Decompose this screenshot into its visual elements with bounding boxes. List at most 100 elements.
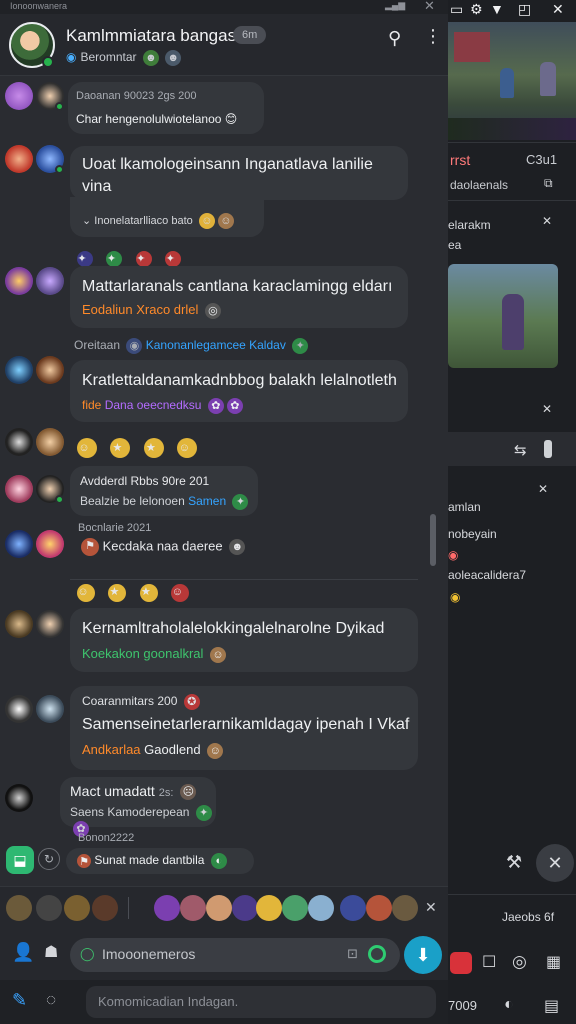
sticker-item[interactable] [282,895,308,921]
chat-subtitle: ◉ Beromntar ☻ ☻ [66,50,182,66]
sticker-item[interactable] [6,895,32,921]
game-preview[interactable] [448,22,576,140]
close-fab[interactable]: ✕ [536,844,574,882]
avatar[interactable] [5,267,33,295]
reaction-icon[interactable]: ✦ [135,250,152,267]
avatar[interactable] [36,530,64,558]
close-icon[interactable]: ✕ [552,1,564,18]
emoji-picker-icon[interactable]: ⊡ [347,946,358,962]
scroll-handle[interactable] [544,440,552,458]
online-indicator [55,495,64,504]
sticker-item[interactable] [340,895,366,921]
close-icon[interactable]: ✕ [542,402,552,416]
record-icon[interactable]: ◎ [512,952,527,972]
reaction-icon[interactable]: ✦ [165,250,182,267]
chat-icon[interactable]: ◌ [46,990,56,1010]
wifi-icon: ▼ [490,1,504,17]
sticker-item[interactable] [154,895,180,921]
settings-icon[interactable]: ⚙ [470,1,483,18]
avatar[interactable] [36,267,64,295]
avatar[interactable] [36,428,64,456]
sticker-item[interactable] [232,895,258,921]
avatar[interactable] [5,82,33,110]
side-text: ea [448,238,462,252]
message-reply[interactable]: ⌄ Inonelatarlliaco bato ☺ ☺ [70,197,264,237]
avatar[interactable] [5,428,33,456]
history-icon[interactable]: ↻ [38,848,60,870]
window-icon[interactable]: ◰ [518,1,531,18]
message-bubble[interactable]: Daoanan 90023 2gs 200 Char hengenolulwio… [68,82,264,134]
reaction-icon[interactable]: ✦ [106,250,123,267]
scrollbar-thumb[interactable] [430,514,436,566]
side-link[interactable]: elarakm [448,218,491,232]
footer-input[interactable]: Komomicadian Indagan. [86,986,436,1018]
avatar[interactable] [5,610,33,638]
avatar[interactable] [36,695,64,723]
message-bubble[interactable]: ⚑ Sunat made dantbila ◐ [66,848,254,874]
time-badge: 6m [233,26,267,44]
side-link[interactable]: nobeyain [448,527,497,541]
share-icon[interactable]: ⇆ [514,441,527,459]
gallery-icon[interactable]: ▦ [546,952,561,972]
kebab-menu-icon[interactable]: ⋮ [424,26,442,47]
attachment-icon[interactable]: ⬓ [6,846,34,874]
message-bubble[interactable]: Avdderdl Rbbs 90re 201 Bealzie be lelono… [70,466,258,516]
status-ring-icon[interactable] [368,945,386,963]
avatar[interactable] [36,356,64,384]
bot-icon[interactable]: ☗ [44,942,58,962]
avatar[interactable] [5,475,33,503]
emoji-icon: ☻ [165,50,182,66]
chat-title[interactable]: Kamlmmiatara bangasai [66,26,249,46]
message-subtext: Koekakon goonalkral ☺ [82,646,227,663]
side-text: aoleacalidera7 [448,568,527,582]
avatar[interactable] [36,610,64,638]
grid-icon[interactable]: ▤ [544,996,559,1016]
close-icon[interactable]: ✕ [424,0,435,14]
notice-link[interactable]: Kanonanlegamcee Kaldav [146,338,286,352]
sticker-item[interactable] [180,895,206,921]
message-bubble[interactable]: Mattarlaranals cantlana karaclamingg eld… [70,266,408,328]
avatar[interactable] [5,530,33,558]
person-icon[interactable]: 👤 [12,942,34,963]
app-icon[interactable] [450,952,472,974]
close-icon[interactable]: ✕ [542,214,552,228]
avatar[interactable] [5,145,33,173]
sticker-item[interactable] [308,895,334,921]
avatar[interactable] [5,695,33,723]
open-external-icon[interactable]: ⧉ [544,176,553,191]
microphone-icon[interactable]: ⬇ [404,936,442,974]
message-input[interactable]: ◯ Imooonemeros ⊡ [70,938,400,972]
emoji-message[interactable]: ☺ ★ ★ ☺ [74,438,198,458]
message-bubble[interactable]: Mact umadatt 2s: ☹ Saens Kamoderepean ✦✿ [60,777,216,837]
sticker-item[interactable] [392,895,418,921]
composer: 👤 ☗ ◯ Imooonemeros ⊡ ⬇ [0,930,448,980]
search-icon[interactable]: ⚲ [388,28,401,49]
message-subtext: ⌄ Inonelatarlliaco bato ☺ ☺ [82,213,234,229]
sticker-item[interactable] [36,895,62,921]
game-thumbnail[interactable] [448,264,558,368]
message-text: Samenseinetarlerarnikamldagay ipenah I V… [82,716,410,733]
sticker-item[interactable] [64,895,90,921]
message-bubble[interactable]: Coaranmitars 200 ✪ Samenseinetarlerarnik… [70,686,418,770]
tool-icon[interactable]: ⚒ [506,852,522,873]
side-panel: ▭ ⚙ ▼ ◰ ✕ rrst C3u1 daolaenals ⧉ elarakm… [448,0,576,1024]
pen-icon[interactable]: ✎ [12,990,27,1011]
message-bubble[interactable]: Uoat lkamologeinsann Inganatlava lanilie… [70,146,408,200]
status-text: Ionoonwanera [10,1,68,11]
close-icon[interactable]: ✕ [538,482,548,496]
sticker-item[interactable] [206,895,232,921]
sticker-item[interactable] [92,895,118,921]
message-bubble[interactable]: Kratlettaldanamkadnbbog balakh lelalnotl… [70,360,408,422]
message-icon[interactable]: ◐ [504,996,514,1014]
notification-icon[interactable]: ☐ [482,952,496,972]
avatar[interactable] [5,356,33,384]
sticker-item[interactable] [366,895,392,921]
reaction-row[interactable]: ☺ ★ ★ ☺ [74,584,190,602]
reaction-icon[interactable]: ✦ [77,250,93,267]
close-icon[interactable]: ✕ [425,899,437,916]
message-meta: Daoanan 90023 2gs 200 [76,90,197,102]
sticker-item[interactable] [256,895,282,921]
message-bubble[interactable]: Kernamltraholalelokkingalelnarolne Dyika… [70,608,418,672]
avatar[interactable] [5,784,33,812]
panel-icon[interactable]: ▭ [450,1,463,18]
